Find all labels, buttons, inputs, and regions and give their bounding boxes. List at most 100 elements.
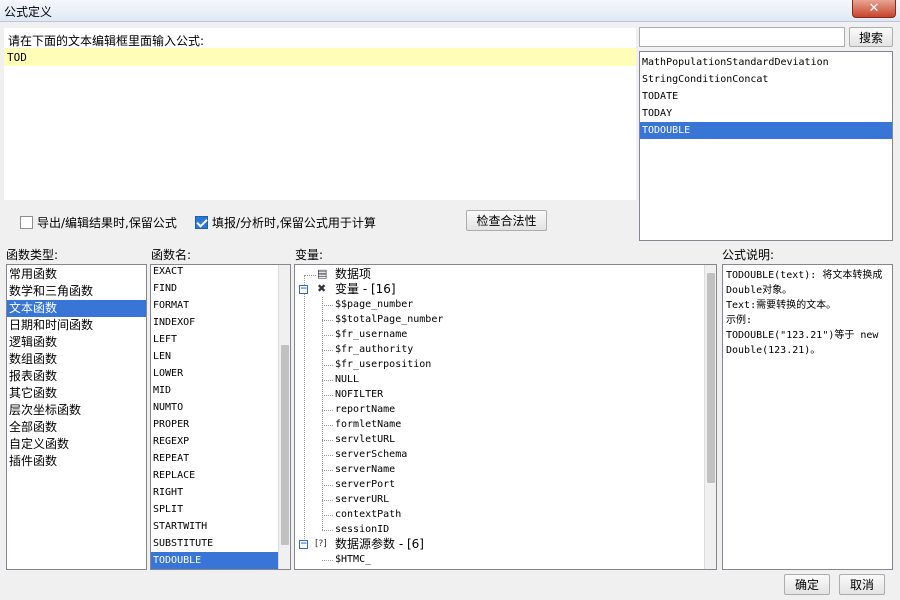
cancel-button[interactable]: 取消 — [839, 574, 885, 595]
tree-item-variable[interactable]: serverSchema — [335, 447, 407, 462]
function-type-item[interactable]: 数学和三角函数 — [7, 283, 146, 300]
collapse-toggle[interactable]: − — [299, 540, 308, 549]
function-name-item[interactable]: PROPER — [151, 416, 279, 433]
tree-line — [322, 350, 333, 351]
scrollbar-thumb[interactable] — [281, 345, 289, 545]
function-name-item[interactable]: LEN — [151, 348, 279, 365]
function-names-label: 函数名: — [151, 248, 192, 262]
function-name-item[interactable]: LOWER — [151, 365, 279, 382]
function-name-item[interactable]: LEFT — [151, 331, 279, 348]
tree-line — [322, 560, 333, 561]
search-input[interactable] — [639, 27, 845, 47]
close-button[interactable]: ✕ — [852, 0, 896, 18]
suggestion-item[interactable]: TODOUBLE — [640, 122, 892, 139]
function-type-item[interactable]: 自定义函数 — [7, 436, 146, 453]
tree-item-variable[interactable]: $fr_authority — [335, 342, 413, 357]
tree-item-variable[interactable]: sessionID — [335, 522, 389, 537]
variable-tree[interactable]: ▤ 数据项 − ✖ 变量 - [16] $$page_number $$totalPage_… — [294, 264, 717, 570]
tree-line — [322, 365, 333, 366]
function-type-item[interactable]: 报表函数 — [7, 368, 146, 385]
window-title: 公式定义 — [4, 5, 53, 19]
search-button[interactable]: 搜索 — [849, 27, 893, 47]
tree-group-variables[interactable]: 变量 - [16] — [335, 282, 396, 297]
function-name-item[interactable]: REPEAT — [151, 450, 279, 467]
description-line: TODOUBLE(text): 将文本转换成Double对象。 — [726, 270, 883, 296]
function-name-item[interactable]: FORMAT — [151, 297, 279, 314]
tree-line — [322, 380, 333, 381]
table-icon: ▤ — [317, 267, 328, 280]
tree-item-variable[interactable]: formletName — [335, 417, 401, 432]
description-label: 公式说明: — [722, 248, 775, 262]
tree-item-variable[interactable]: serverName — [335, 462, 395, 477]
collapse-toggle[interactable]: − — [299, 285, 308, 294]
formula-input[interactable] — [4, 48, 636, 66]
tree-item-variable[interactable]: NULL — [335, 372, 359, 387]
suggestion-list[interactable]: MathPopulationStandardDeviation StringCon… — [639, 51, 893, 241]
function-name-item[interactable]: INDEXOF — [151, 314, 279, 331]
function-name-item[interactable]: STARTWITH — [151, 518, 279, 535]
tree-line — [322, 470, 333, 471]
function-type-item[interactable]: 逻辑函数 — [7, 334, 146, 351]
function-type-item[interactable]: 其它函数 — [7, 385, 146, 402]
ok-button[interactable]: 确定 — [784, 574, 830, 595]
function-name-item[interactable]: FIND — [151, 280, 279, 297]
suggestion-item[interactable]: TODAY — [640, 105, 892, 122]
tree-line — [304, 275, 305, 547]
function-name-item[interactable]: SUBSTITUTE — [151, 535, 279, 552]
tree-item-data-item[interactable]: 数据项 — [335, 267, 371, 282]
tree-line — [322, 455, 333, 456]
variable-tree-scrollbar[interactable] — [704, 265, 716, 569]
export-keep-formula-checkbox[interactable]: 导出/编辑结果时,保留公式 — [20, 214, 177, 231]
tree-item-variable[interactable]: serverURL — [335, 492, 389, 507]
function-types-label: 函数类型: — [6, 248, 59, 262]
tree-item-variable[interactable]: serverPort — [335, 477, 395, 492]
function-type-item[interactable]: 日期和时间函数 — [7, 317, 146, 334]
tree-item-variable[interactable]: $$page_number — [335, 297, 413, 312]
function-name-item[interactable]: SPLIT — [151, 501, 279, 518]
description-panel: TODOUBLE(text): 将文本转换成Double对象。 Text:需要转换… — [722, 264, 893, 570]
variables-label: 变量: — [295, 248, 324, 262]
function-type-item[interactable]: 层次坐标函数 — [7, 402, 146, 419]
tree-line — [322, 320, 333, 321]
function-name-scrollbar[interactable] — [278, 265, 290, 569]
function-type-list[interactable]: 常用函数 数学和三角函数 文本函数 日期和时间函数 逻辑函数 数组函数 报表函数 其它函数 层次… — [6, 264, 147, 570]
tree-item-variable[interactable]: servletURL — [335, 432, 395, 447]
tree-item-variable[interactable]: $$totalPage_number — [335, 312, 443, 327]
function-name-item[interactable]: MID — [151, 382, 279, 399]
function-type-item[interactable]: 常用函数 — [7, 266, 146, 283]
parameter-icon: [?] — [315, 539, 327, 549]
tree-item-variable[interactable]: contextPath — [335, 507, 401, 522]
variable-icon: ✖ — [317, 282, 327, 295]
tree-group-datasource-params[interactable]: 数据源参数 - [6] — [335, 537, 424, 552]
suggestion-item[interactable]: MathPopulationStandardDeviation — [640, 54, 892, 71]
function-type-item[interactable]: 全部函数 — [7, 419, 146, 436]
fill-keep-formula-checkbox[interactable]: 填报/分析时,保留公式用于计算 — [195, 214, 376, 231]
function-name-item[interactable]: TODOUBLE — [151, 552, 279, 569]
function-type-item[interactable]: 插件函数 — [7, 453, 146, 470]
tree-line — [322, 515, 333, 516]
tree-line — [322, 410, 333, 411]
scrollbar-thumb[interactable] — [707, 273, 715, 483]
function-name-list[interactable]: EXACT FIND FORMAT INDEXOF LEFT LEN LOWER MID NUM… — [150, 264, 291, 570]
tree-line — [322, 440, 333, 441]
function-name-item[interactable]: RIGHT — [151, 484, 279, 501]
check-validity-button[interactable]: 检查合法性 — [466, 210, 547, 231]
fill-keep-formula-label: 填报/分析时,保留公式用于计算 — [212, 216, 376, 230]
function-type-item[interactable]: 数组函数 — [7, 351, 146, 368]
export-keep-formula-label: 导出/编辑结果时,保留公式 — [37, 216, 177, 230]
function-type-item[interactable]: 文本函数 — [7, 300, 146, 317]
tree-item-variable[interactable]: $fr_username — [335, 327, 407, 342]
tree-line — [322, 335, 333, 336]
function-name-item[interactable]: NUMTO — [151, 399, 279, 416]
function-name-item[interactable]: EXACT — [151, 265, 279, 280]
tree-item-variable[interactable]: reportName — [335, 402, 395, 417]
tree-line — [322, 485, 333, 486]
function-name-item[interactable]: REPLACE — [151, 467, 279, 484]
tree-item-variable[interactable]: NOFILTER — [335, 387, 383, 402]
tree-item-variable[interactable]: $fr_userposition — [335, 357, 431, 372]
suggestion-item[interactable]: StringConditionConcat — [640, 71, 892, 88]
description-line: TODOUBLE("123.21")等于 new Double(123.21)。 — [726, 330, 885, 356]
function-name-item[interactable]: REGEXP — [151, 433, 279, 450]
tree-item-datasource-param[interactable]: $HTMC_ — [335, 552, 371, 567]
suggestion-item[interactable]: TODATE — [640, 88, 892, 105]
